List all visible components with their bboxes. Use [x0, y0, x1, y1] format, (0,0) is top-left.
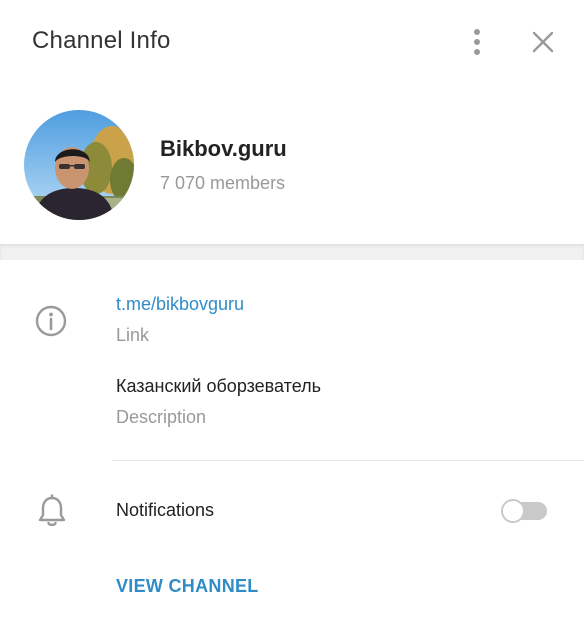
channel-name: Bikbov.guru — [160, 136, 287, 161]
description-label: Description — [116, 407, 207, 427]
info-icon — [35, 305, 67, 337]
section-separator — [0, 244, 584, 260]
panel-header: Channel Info — [0, 0, 584, 86]
channel-link[interactable]: t.me/bikbovguru — [116, 294, 244, 315]
more-vertical-icon — [474, 29, 480, 55]
toggle-knob — [501, 499, 525, 523]
bell-icon — [38, 494, 66, 527]
channel-description: Казанский оборзеватель — [116, 376, 321, 396]
channel-profile: Bikbov.guru 7 070 members — [0, 86, 584, 244]
more-options-button[interactable] — [462, 26, 492, 58]
notifications-toggle[interactable] — [501, 499, 547, 523]
panel-title: Channel Info — [32, 27, 171, 54]
notifications-label: Notifications — [116, 500, 215, 520]
channel-avatar[interactable] — [24, 110, 134, 220]
link-label: Link — [116, 325, 150, 345]
members-count: 7 070 members — [160, 173, 286, 193]
divider — [112, 460, 584, 461]
close-button[interactable] — [527, 26, 559, 58]
close-icon — [532, 31, 554, 53]
view-channel-button[interactable]: VIEW CHANNEL — [116, 576, 259, 597]
